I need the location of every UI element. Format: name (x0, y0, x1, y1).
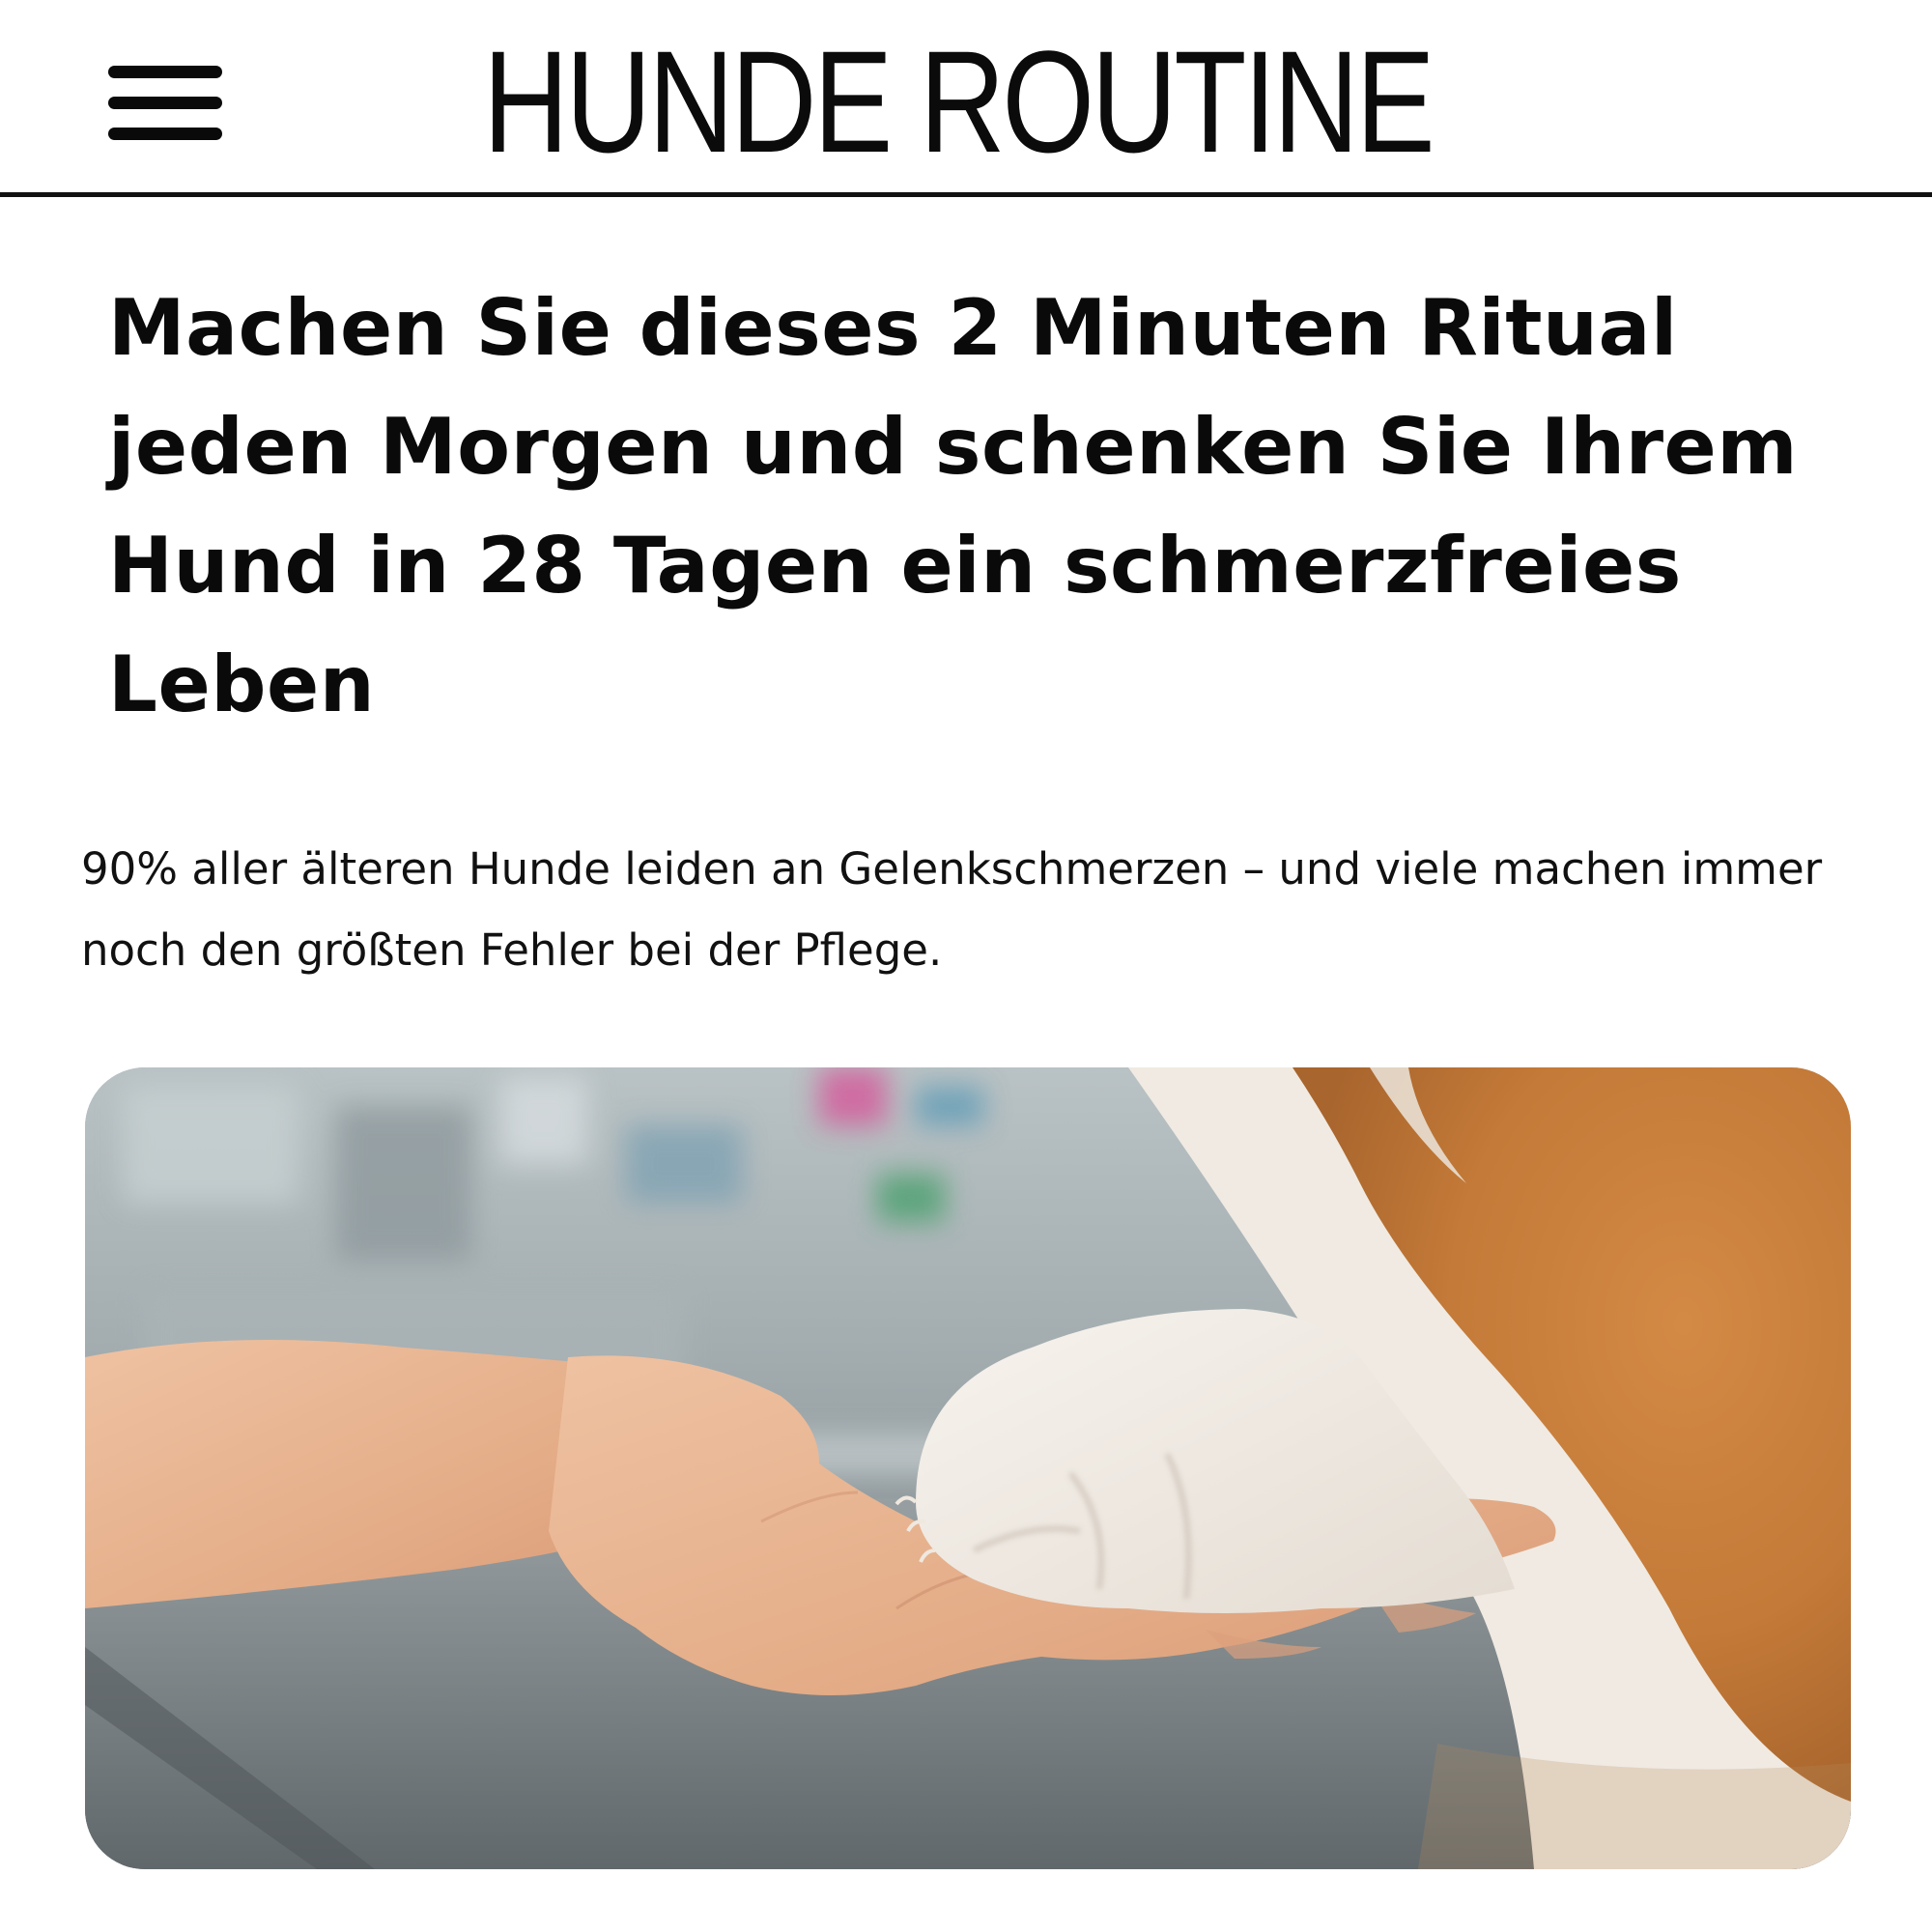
menu-bar (108, 66, 222, 78)
site-header: HUNDE ROUTINE (0, 0, 1932, 197)
page: HUNDE ROUTINE Machen Sie dieses 2 Minute… (0, 0, 1932, 1932)
hero-image (85, 1067, 1851, 1869)
menu-bar (108, 97, 222, 109)
hamburger-menu-icon[interactable] (108, 62, 224, 143)
menu-bar (108, 128, 222, 140)
site-logo[interactable]: HUNDE ROUTINE (483, 29, 1435, 174)
hand-holding-dog-paw-illustration (85, 1067, 1851, 1869)
article-lead: 90% aller älteren Hunde leiden an Gelenk… (81, 843, 1823, 976)
article-headline: Machen Sie dieses 2 Minuten Ritual jeden… (108, 283, 1799, 729)
